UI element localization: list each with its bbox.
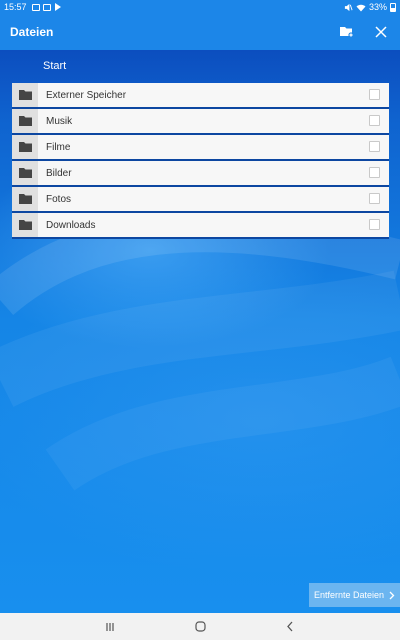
back-button[interactable] — [245, 613, 335, 640]
list-item[interactable]: Bilder — [12, 161, 389, 187]
close-button[interactable] — [372, 23, 390, 41]
home-button[interactable] — [155, 613, 245, 640]
recents-button[interactable] — [65, 613, 155, 640]
select-checkbox[interactable] — [369, 167, 380, 178]
message-notification-icon — [42, 3, 51, 11]
folder-label: Bilder — [46, 167, 72, 179]
list-item[interactable]: Filme — [12, 135, 389, 161]
folder-icon — [18, 116, 32, 126]
new-folder-button[interactable] — [338, 23, 356, 41]
folder-icon — [18, 220, 32, 230]
folder-label: Downloads — [46, 219, 96, 231]
breadcrumb[interactable]: Start — [43, 60, 66, 72]
folder-icon — [18, 194, 32, 204]
list-item[interactable]: Downloads — [12, 213, 389, 239]
list-item[interactable]: Fotos — [12, 187, 389, 213]
folder-icon — [18, 142, 32, 152]
app-bar: Dateien — [0, 14, 400, 50]
mute-icon — [344, 3, 353, 11]
page-title: Dateien — [10, 25, 54, 39]
home-icon — [194, 621, 206, 632]
status-bar: 15:57 33% — [0, 0, 400, 14]
gallery-notification-icon — [31, 3, 40, 11]
select-checkbox[interactable] — [369, 193, 380, 204]
list-item[interactable]: Externer Speicher — [12, 83, 389, 109]
chevron-right-icon — [389, 591, 395, 599]
select-checkbox[interactable] — [369, 89, 380, 100]
battery-icon — [390, 2, 396, 12]
recents-icon — [106, 622, 114, 631]
play-notification-icon — [54, 3, 61, 11]
folder-icon — [18, 168, 32, 178]
select-checkbox[interactable] — [369, 115, 380, 126]
folder-label: Externer Speicher — [46, 89, 127, 101]
select-checkbox[interactable] — [369, 219, 380, 230]
back-icon — [287, 621, 293, 632]
status-time: 15:57 — [4, 2, 27, 12]
remote-files-button[interactable]: Entfernte Dateien — [309, 583, 400, 607]
folder-label: Fotos — [46, 193, 72, 205]
remote-files-label: Entfernte Dateien — [313, 590, 385, 600]
select-checkbox[interactable] — [369, 141, 380, 152]
list-item[interactable]: Musik — [12, 109, 389, 135]
battery-percent: 33% — [368, 2, 387, 12]
close-icon — [375, 26, 387, 38]
folder-icon — [18, 90, 32, 100]
folder-label: Filme — [46, 141, 71, 153]
new-folder-icon — [340, 27, 354, 38]
folder-list: Externer Speicher Musik Filme Bilder Fot… — [12, 83, 389, 239]
wifi-icon — [356, 4, 366, 11]
navigation-bar — [0, 613, 400, 640]
folder-label: Musik — [46, 115, 73, 127]
